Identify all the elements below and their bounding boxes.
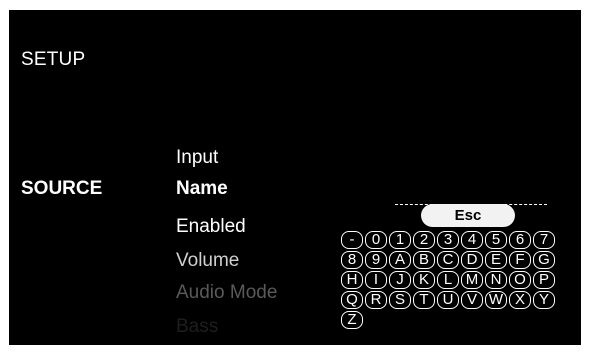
menu-item-name[interactable]: Name [176, 178, 228, 200]
key-j[interactable]: J [389, 271, 411, 289]
key-6[interactable]: 6 [509, 231, 531, 249]
keyboard-row: HIJKLMNOP [341, 271, 571, 289]
menu-item-volume[interactable]: Volume [176, 250, 239, 272]
key-m[interactable]: M [461, 271, 483, 289]
section-label: SOURCE [21, 178, 103, 199]
keyboard-row: QRSTUVWXY [341, 291, 571, 309]
key-c[interactable]: C [437, 251, 459, 269]
key-2[interactable]: 2 [413, 231, 435, 249]
menu-item-bass[interactable]: Bass [176, 316, 218, 338]
esc-button[interactable]: Esc [421, 204, 515, 227]
key-y[interactable]: Y [533, 291, 555, 309]
key-dash[interactable]: - [341, 231, 363, 249]
key-l[interactable]: L [437, 271, 459, 289]
key-0[interactable]: 0 [365, 231, 387, 249]
key-p[interactable]: P [533, 271, 555, 289]
key-w[interactable]: W [485, 291, 507, 309]
key-h[interactable]: H [341, 271, 363, 289]
key-g[interactable]: G [533, 251, 555, 269]
key-9[interactable]: 9 [365, 251, 387, 269]
key-n[interactable]: N [485, 271, 507, 289]
key-3[interactable]: 3 [437, 231, 459, 249]
keyboard-row: 89ABCDEFG [341, 251, 571, 269]
key-u[interactable]: U [437, 291, 459, 309]
menu-item-enabled[interactable]: Enabled [176, 216, 246, 238]
key-d[interactable]: D [461, 251, 483, 269]
menu-item-audio-mode[interactable]: Audio Mode [176, 282, 277, 304]
key-r[interactable]: R [365, 291, 387, 309]
onscreen-keyboard: -01234567 89ABCDEFG HIJKLMNOP QRSTUVWXY Z [341, 231, 571, 331]
keyboard-row: Z [341, 311, 571, 329]
key-q[interactable]: Q [341, 291, 363, 309]
name-input[interactable] [395, 180, 547, 205]
key-4[interactable]: 4 [461, 231, 483, 249]
page-title: SETUP [21, 49, 86, 70]
key-f[interactable]: F [509, 251, 531, 269]
key-x[interactable]: X [509, 291, 531, 309]
key-v[interactable]: V [461, 291, 483, 309]
keyboard-row: -01234567 [341, 231, 571, 249]
key-7[interactable]: 7 [533, 231, 555, 249]
key-t[interactable]: T [413, 291, 435, 309]
key-e[interactable]: E [485, 251, 507, 269]
menu-item-input[interactable]: Input [176, 147, 218, 169]
key-1[interactable]: 1 [389, 231, 411, 249]
key-o[interactable]: O [509, 271, 531, 289]
key-k[interactable]: K [413, 271, 435, 289]
key-z[interactable]: Z [341, 311, 363, 329]
key-8[interactable]: 8 [341, 251, 363, 269]
key-i[interactable]: I [365, 271, 387, 289]
key-5[interactable]: 5 [485, 231, 507, 249]
key-s[interactable]: S [389, 291, 411, 309]
key-a[interactable]: A [389, 251, 411, 269]
key-b[interactable]: B [413, 251, 435, 269]
setup-screen: SETUP SOURCE Input Name Enabled Volume A… [9, 10, 581, 345]
